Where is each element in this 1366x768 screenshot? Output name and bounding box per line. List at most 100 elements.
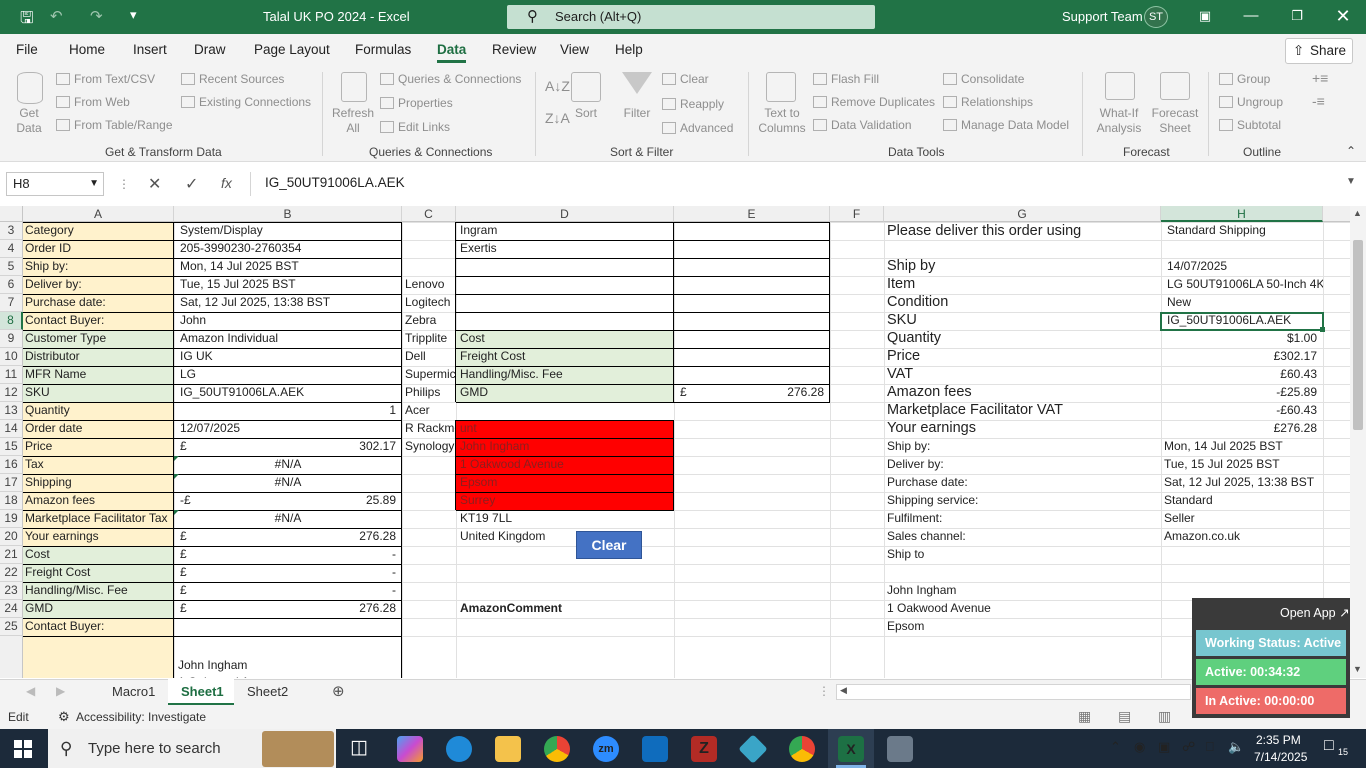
- cell-a[interactable]: Ship by:: [23, 258, 174, 276]
- cell-a[interactable]: Quantity: [23, 402, 174, 420]
- customize-toolbar-icon[interactable]: ▾: [130, 7, 137, 23]
- from-text-csv-button[interactable]: From Text/CSV: [56, 72, 155, 86]
- insert-function-icon[interactable]: fx: [221, 175, 232, 191]
- cell-a[interactable]: Your earnings: [23, 528, 174, 546]
- cell-g[interactable]: Item: [885, 276, 1159, 294]
- windows-start-icon[interactable]: [14, 740, 32, 758]
- file-explorer-icon[interactable]: [495, 736, 521, 762]
- scroll-up-icon[interactable]: ▲: [1353, 208, 1362, 218]
- cell-b[interactable]: 276.28: [174, 528, 398, 546]
- network-icon[interactable]: ⎕: [1206, 739, 1214, 755]
- cell-h[interactable]: Standard: [1162, 492, 1320, 510]
- cell-h[interactable]: Seller: [1162, 510, 1320, 528]
- cell-g[interactable]: SKU: [885, 312, 1159, 330]
- cell-a[interactable]: Order ID: [23, 240, 174, 258]
- cell-d[interactable]: [458, 582, 672, 600]
- properties-button[interactable]: Properties: [380, 96, 453, 110]
- from-table-range-button[interactable]: From Table/Range: [56, 118, 173, 132]
- refresh-all-button[interactable]: Refresh All: [330, 106, 376, 136]
- tab-file[interactable]: File: [16, 42, 38, 57]
- cell-g[interactable]: Fulfilment:: [885, 510, 1159, 528]
- cell-g[interactable]: Purchase date:: [885, 474, 1159, 492]
- flash-fill-button[interactable]: Flash Fill: [813, 72, 879, 86]
- open-app-link[interactable]: Open App ↗: [1280, 605, 1350, 620]
- cell-g[interactable]: Ship by: [885, 258, 1159, 276]
- cell-a[interactable]: Contact Buyer:: [23, 312, 174, 330]
- cell-c[interactable]: [403, 240, 457, 258]
- cell-d[interactable]: [458, 564, 672, 582]
- ungroup-button[interactable]: Ungroup: [1219, 95, 1283, 109]
- column-header-b[interactable]: B: [174, 206, 402, 222]
- data-validation-button[interactable]: Data Validation: [813, 118, 912, 132]
- row-header[interactable]: 24: [0, 600, 23, 618]
- edge-icon[interactable]: [446, 736, 472, 762]
- row-header[interactable]: 19: [0, 510, 23, 528]
- sheet-tab-sheet2[interactable]: Sheet2: [247, 684, 288, 699]
- row-header[interactable]: 5: [0, 258, 23, 276]
- row-header[interactable]: 20: [0, 528, 23, 546]
- cell-b[interactable]: Sat, 12 Jul 2025, 13:38 BST: [178, 294, 400, 312]
- ribbon-display-icon[interactable]: ▣: [1182, 0, 1228, 34]
- chrome-profile-icon[interactable]: [789, 736, 815, 762]
- sort-az-icon[interactable]: A↓Z: [545, 78, 570, 94]
- normal-view-icon[interactable]: ▦: [1078, 708, 1091, 725]
- cell-a[interactable]: Deliver by:: [23, 276, 174, 294]
- cell-a[interactable]: Shipping: [23, 474, 174, 492]
- row-header[interactable]: 21: [0, 546, 23, 564]
- enter-icon[interactable]: ✓: [185, 174, 198, 194]
- cell-c[interactable]: Synology: [403, 438, 457, 456]
- cell-h[interactable]: 14/07/2025: [1165, 258, 1323, 276]
- tab-review[interactable]: Review: [492, 42, 536, 57]
- minimize-icon[interactable]: —: [1228, 0, 1274, 34]
- cell-h[interactable]: £276.28: [1161, 420, 1319, 438]
- cell-b[interactable]: -: [174, 546, 398, 564]
- cell-g[interactable]: Amazon fees: [885, 384, 1159, 402]
- scroll-left-icon[interactable]: ◀: [840, 685, 847, 696]
- cell-g[interactable]: VAT: [885, 366, 1159, 384]
- cell-b[interactable]: 12/07/2025: [178, 420, 400, 438]
- cell-g[interactable]: Your earnings: [885, 420, 1159, 438]
- sort-button[interactable]: Sort: [566, 106, 606, 121]
- cell-a[interactable]: Customer Type: [23, 330, 174, 348]
- scroll-thumb[interactable]: [1353, 240, 1363, 430]
- prev-sheet-icon[interactable]: ◀: [26, 684, 35, 698]
- manage-data-model-button[interactable]: Manage Data Model: [943, 118, 1069, 132]
- cell-h[interactable]: [1162, 546, 1320, 564]
- cell-d[interactable]: [458, 258, 672, 276]
- cell-d[interactable]: Freight Cost: [458, 348, 672, 366]
- edit-links-button[interactable]: Edit Links: [380, 120, 450, 134]
- text-to-columns-button[interactable]: Text to Columns: [756, 106, 808, 136]
- cell-d[interactable]: GMD: [458, 384, 672, 402]
- cell-b[interactable]: 205-3990230-2760354: [178, 240, 400, 258]
- collapse-ribbon-icon[interactable]: ⌃: [1346, 144, 1356, 158]
- cell-b[interactable]: 302.17: [174, 438, 398, 456]
- expand-formula-bar-icon[interactable]: ▼: [1346, 176, 1356, 187]
- column-header-f[interactable]: F: [830, 206, 884, 222]
- cell-b[interactable]: -: [174, 564, 398, 582]
- row-header[interactable]: 4: [0, 240, 23, 258]
- cell-a[interactable]: Handling/Misc. Fee: [23, 582, 174, 600]
- tab-home[interactable]: Home: [69, 42, 105, 57]
- cell-a[interactable]: Order date: [23, 420, 174, 438]
- cell-g[interactable]: Deliver by:: [885, 456, 1159, 474]
- cell-a[interactable]: GMD: [23, 600, 174, 618]
- cell-g[interactable]: Condition: [885, 294, 1159, 312]
- tab-draw[interactable]: Draw: [194, 42, 226, 57]
- get-data-button[interactable]: Get Data: [6, 106, 52, 136]
- row-header[interactable]: 17: [0, 474, 23, 492]
- cell-h[interactable]: [1165, 240, 1323, 258]
- scroll-down-icon[interactable]: ▼: [1353, 664, 1362, 674]
- tab-splitter-icon[interactable]: ⋮: [818, 684, 830, 698]
- vertical-scrollbar[interactable]: ▲ ▼: [1350, 206, 1366, 678]
- save-icon[interactable]: 🖫: [20, 7, 34, 34]
- cell-b[interactable]: Amazon Individual: [178, 330, 400, 348]
- cell-h[interactable]: £302.17: [1161, 348, 1319, 366]
- row-header[interactable]: 6: [0, 276, 23, 294]
- notifications-icon[interactable]: □: [1324, 737, 1334, 755]
- cell-a[interactable]: Purchase date:: [23, 294, 174, 312]
- cell-c[interactable]: Dell: [403, 348, 457, 366]
- taskbar-date[interactable]: 7/14/2025: [1254, 750, 1307, 764]
- cell-b[interactable]: 25.89: [174, 492, 398, 510]
- cell-d[interactable]: [458, 294, 672, 312]
- row-header[interactable]: 13: [0, 402, 23, 420]
